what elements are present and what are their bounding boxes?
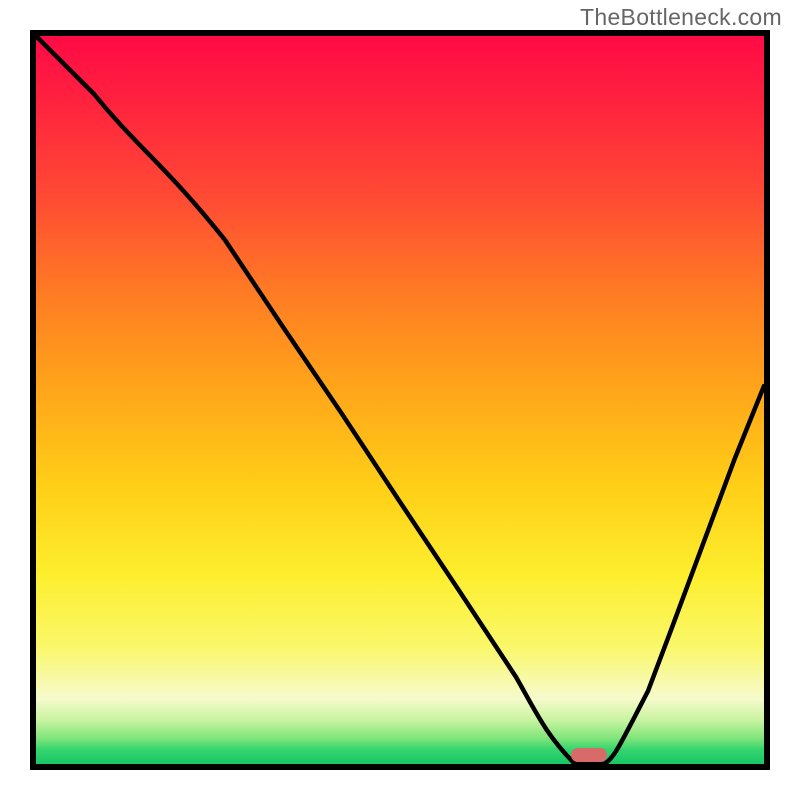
chart-stage: TheBottleneck.com (0, 0, 800, 800)
bottleneck-curve (36, 36, 764, 764)
plot-frame (30, 30, 770, 770)
watermark-text: TheBottleneck.com (580, 4, 782, 31)
optimal-point-marker (571, 748, 607, 762)
